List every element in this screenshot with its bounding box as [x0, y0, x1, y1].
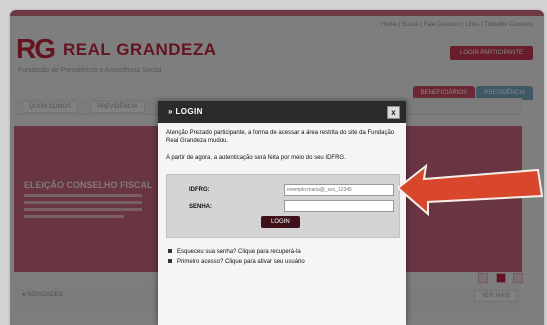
modal-title-text: LOGIN — [175, 107, 203, 116]
modal-message-2: A partir de agora, a autenticação será f… — [166, 155, 346, 161]
red-arrow-icon — [398, 163, 544, 217]
first-access-text: Primeiro acesso? Clique para ativar seu … — [177, 259, 305, 265]
bullet-icon — [168, 249, 172, 254]
close-icon[interactable]: x — [387, 106, 400, 119]
forgot-password-text: Esqueceu sua senha? Clique para recuperá… — [177, 249, 301, 255]
password-label: SENHA: — [189, 204, 213, 210]
modal-message: Atenção Prezado participante, a forma de… — [166, 130, 395, 144]
login-form: IDFRG: SENHA: — [166, 174, 400, 238]
login-modal: » LOGIN x Atenção Prezado participante, … — [158, 101, 406, 325]
login-button[interactable]: LOGIN — [261, 216, 300, 228]
bullet-icon — [168, 259, 172, 264]
forgot-password-link[interactable]: Esqueceu sua senha? Clique para recuperá… — [168, 249, 400, 255]
idfrg-input[interactable] — [284, 184, 394, 196]
password-input[interactable] — [284, 200, 394, 212]
login-icon: » — [168, 107, 173, 116]
modal-header: » LOGIN x — [158, 101, 406, 123]
modal-title: » LOGIN — [168, 107, 203, 116]
idfrg-label: IDFRG: — [189, 187, 210, 193]
first-access-link[interactable]: Primeiro acesso? Clique para ativar seu … — [168, 259, 400, 265]
